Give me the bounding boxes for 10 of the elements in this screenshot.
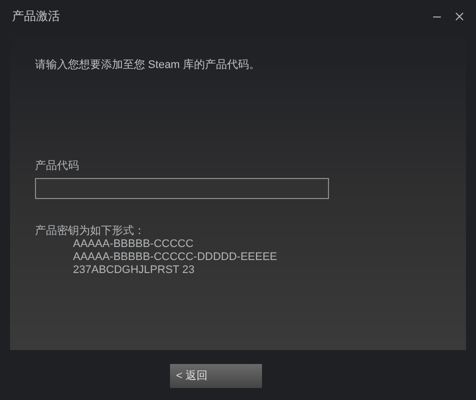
key-format-example: AAAAA-BBBBB-CCCCC-DDDDD-EEEEE (73, 251, 278, 264)
window-title: 产品激活 (12, 9, 60, 23)
key-format-example: 237ABCDGHJLPRST 23 (73, 264, 196, 277)
format-heading: 产品密钥为如下形式： (35, 225, 146, 238)
description-text: 请输入您想要添加至您 Steam 库的产品代码。 (35, 58, 261, 72)
back-button[interactable]: < 返回 (170, 364, 262, 388)
product-code-field[interactable] (35, 178, 329, 199)
close-icon[interactable] (453, 10, 466, 22)
field-label: 产品代码 (35, 159, 80, 173)
key-format-example: AAAAA-BBBBB-CCCCC (73, 238, 194, 251)
